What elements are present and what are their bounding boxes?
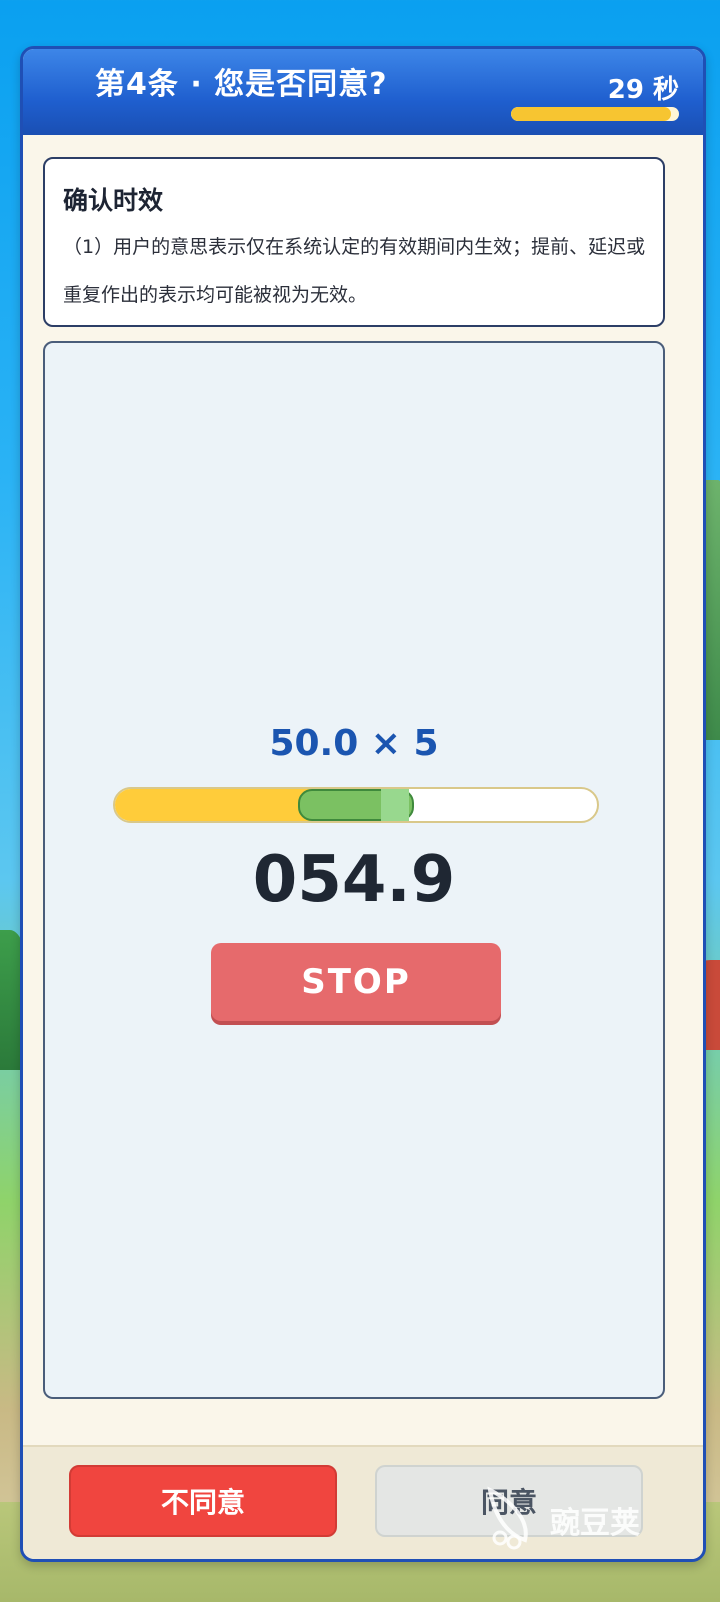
watermark-text: 豌豆荚 <box>550 1506 640 1541</box>
countdown-bar <box>511 107 679 121</box>
power-meter-zone-highlight <box>381 789 409 821</box>
timing-game-panel: 50.0 × 5 054.9 STOP <box>43 341 665 1399</box>
meter-reading: 054.9 <box>252 843 456 917</box>
clause-heading: 第4条 · 您是否同意? <box>95 67 388 102</box>
clause-body: （1）用户的意思表示仅在系统认定的有效期间内生效；提前、延迟或重复作出的表示均可… <box>63 236 646 306</box>
watermark: 豌豆荚 <box>480 1480 680 1560</box>
countdown-label: 29 秒 <box>607 75 679 105</box>
target-label: 50.0 × 5 <box>269 723 439 764</box>
disagree-button[interactable]: 不同意 <box>69 1465 337 1537</box>
pea-pod-icon <box>487 1486 528 1550</box>
stop-button[interactable]: STOP <box>211 943 501 1021</box>
consent-dialog: 第4条 · 您是否同意? 29 秒 确认时效 （1）用户的意思表示仅在系统认定的… <box>20 46 706 1562</box>
clause-card: 确认时效 （1）用户的意思表示仅在系统认定的有效期间内生效；提前、延迟或重复作出… <box>43 157 665 327</box>
power-meter <box>113 787 599 823</box>
dialog-header: 第4条 · 您是否同意? 29 秒 <box>23 49 703 135</box>
clause-title: 确认时效 <box>63 186 164 215</box>
countdown-bar-fill <box>511 107 671 121</box>
